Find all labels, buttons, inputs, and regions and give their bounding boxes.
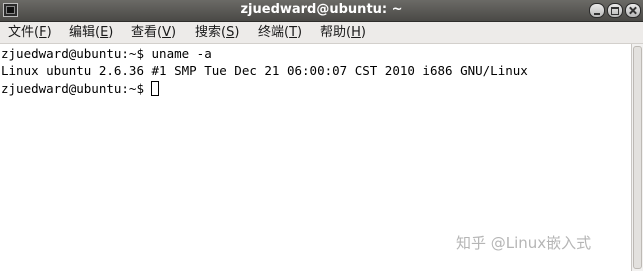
menu-help[interactable]: 帮助(H) [320,24,366,42]
window-title: zjuedward@ubuntu: ~ [240,2,403,17]
maximize-button[interactable] [607,3,623,18]
menu-file-mnemonic: F [39,25,47,40]
vertical-scrollbar[interactable] [631,44,643,271]
menu-terminal-label: 终端( [258,25,290,40]
menu-file[interactable]: 文件(F) [8,24,52,42]
menu-view-mnemonic: V [162,25,171,40]
menu-view-suffix: ) [170,25,177,40]
minimize-button[interactable] [589,3,605,18]
menu-help-mnemonic: H [351,25,361,40]
menu-file-suffix: ) [46,25,52,40]
scrollbar-thumb[interactable] [633,46,642,269]
close-icon [626,4,640,17]
close-button[interactable] [625,3,641,18]
menu-file-label: 文件( [8,25,40,40]
terminal-line: Linux ubuntu 2.6.36 #1 SMP Tue Dec 21 06… [1,63,528,78]
menu-edit-suffix: ) [108,25,114,40]
menu-help-suffix: ) [360,25,366,40]
menu-search[interactable]: 搜索(S) [195,24,239,42]
menu-terminal-mnemonic: T [289,25,298,40]
menu-bar: 文件(F) 编辑(E) 查看(V) 搜索(S) 终端(T) 帮助(H) [0,22,643,44]
terminal-prompt-line[interactable]: zjuedward@ubuntu:~$ [1,81,159,97]
terminal-prompt: zjuedward@ubuntu:~$ [1,81,144,96]
minimize-icon [590,4,604,17]
menu-search-label: 搜索( [195,25,227,40]
menu-terminal[interactable]: 终端(T) [258,24,302,42]
title-bar[interactable]: zjuedward@ubuntu: ~ [0,0,643,22]
menu-help-label: 帮助( [320,25,352,40]
menu-edit-label: 编辑( [69,25,101,40]
watermark: 知乎 @Linux嵌入式 [456,234,592,252]
maximize-icon [608,4,622,17]
menu-search-suffix: ) [234,25,240,40]
menu-terminal-suffix: ) [297,25,303,40]
menu-view-label: 查看( [131,25,163,40]
terminal-line: zjuedward@ubuntu:~$ uname -a [1,46,212,61]
text-cursor [151,81,159,96]
menu-edit[interactable]: 编辑(E) [69,24,113,42]
menu-view[interactable]: 查看(V) [131,24,176,42]
